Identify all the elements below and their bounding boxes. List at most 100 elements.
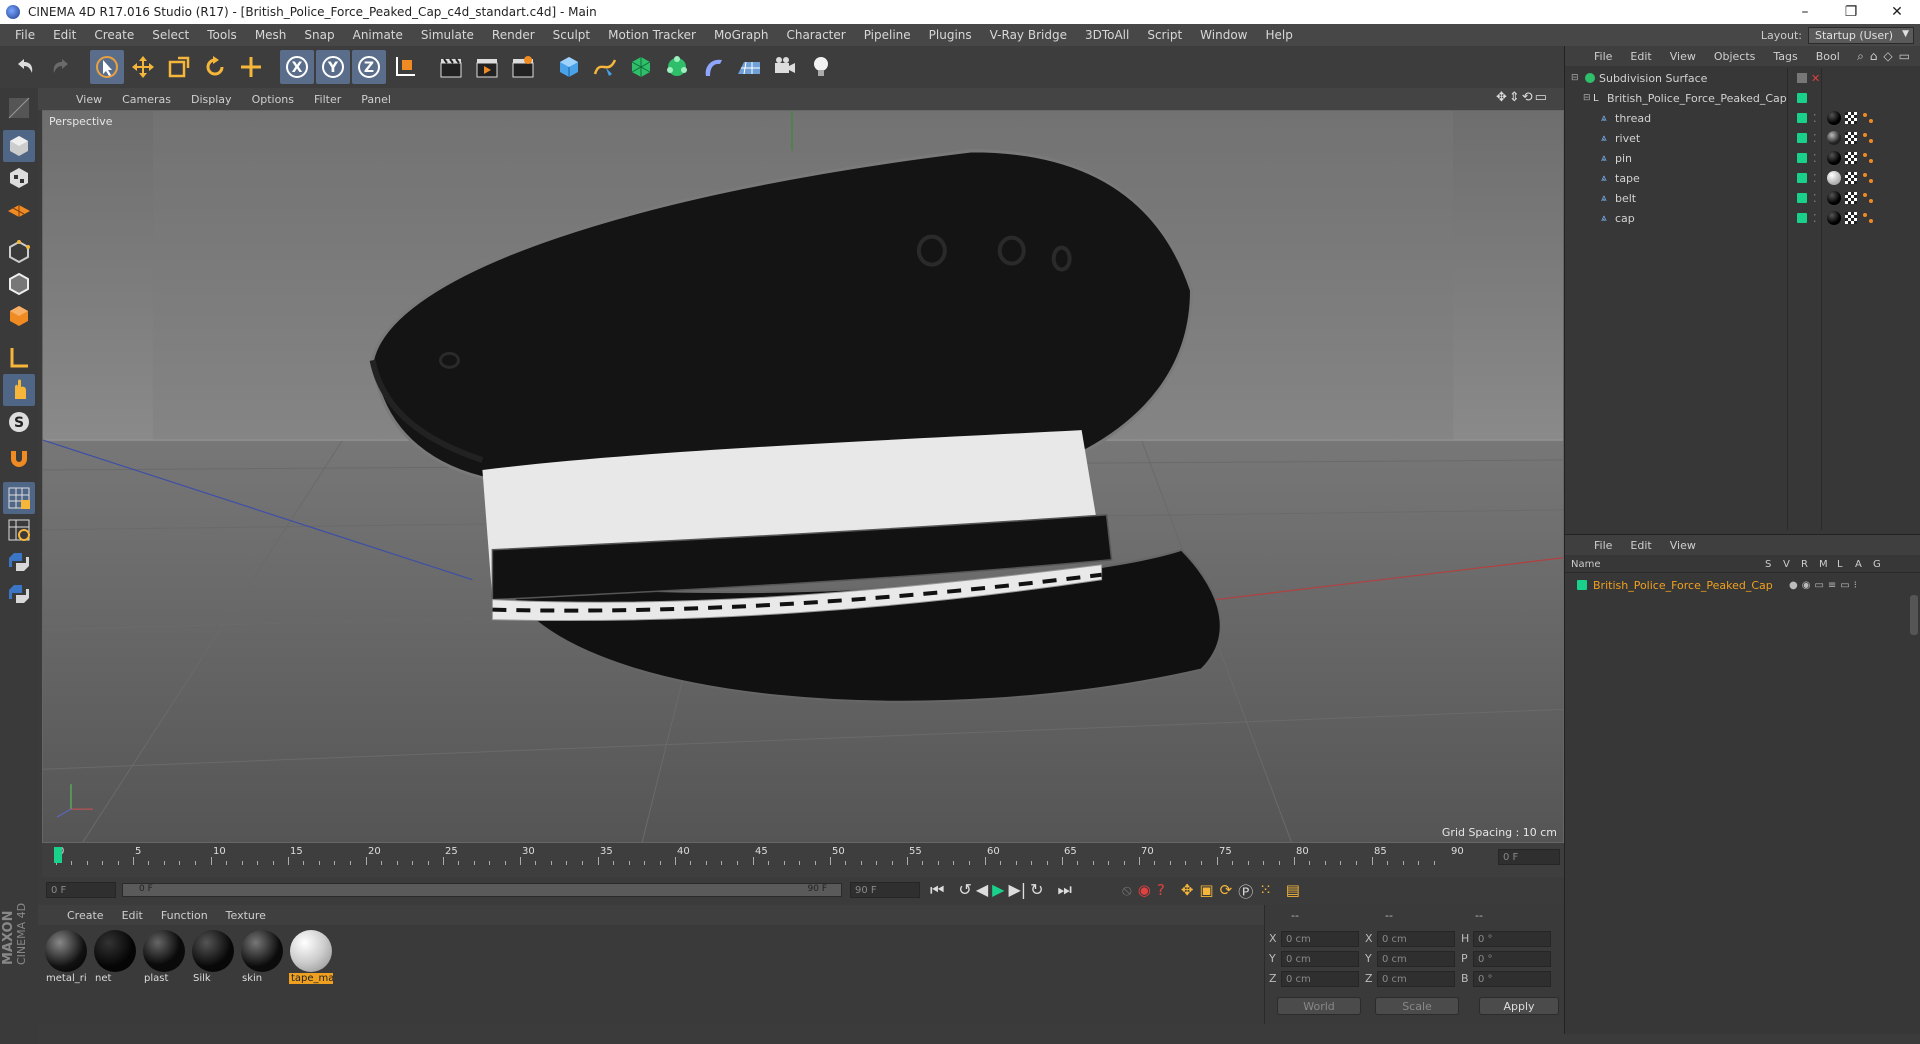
tweak-mode-button[interactable] (3, 374, 35, 406)
restore-button[interactable]: ❐ (1828, 0, 1874, 24)
selection-tag-icon[interactable] (1863, 133, 1873, 143)
uv-tag-icon[interactable] (1845, 132, 1857, 144)
material-swatch-metal-ri[interactable]: metal_ri (44, 929, 88, 991)
menu-snap[interactable]: Snap (295, 28, 343, 42)
object-menu-edit[interactable]: Edit (1621, 50, 1660, 63)
python-console-button[interactable] (3, 578, 35, 610)
layer-column-m[interactable]: M (1819, 559, 1828, 570)
disabled-x-icon[interactable]: ✕ (1811, 72, 1820, 85)
coord-field-a[interactable]: 0 cm (1281, 931, 1359, 947)
viewport-menu-filter[interactable]: Filter (304, 93, 351, 106)
layer-menu-view[interactable]: View (1661, 539, 1705, 552)
collapse-icon[interactable]: ⊟ (1571, 73, 1581, 83)
go-to-start-icon[interactable]: ⏮ (930, 880, 944, 900)
material-tag-icon[interactable] (1827, 111, 1841, 125)
object-row-pin[interactable]: ⩓ pin ⁚ (1601, 148, 1915, 168)
frame-range-slider[interactable]: 0 F 90 F (122, 883, 842, 897)
previous-keyframe-icon[interactable]: ↺ (958, 880, 971, 900)
mograph-cloner-button[interactable] (660, 50, 694, 84)
layer-menu-file[interactable]: File (1585, 539, 1621, 552)
playhead-marker[interactable] (54, 847, 62, 863)
material-menu-create[interactable]: Create (58, 909, 113, 922)
layer-color-chip[interactable] (1797, 113, 1807, 123)
material-swatch-tape-ma[interactable]: tape_ma (289, 929, 333, 991)
menu-render[interactable]: Render (483, 28, 544, 42)
uv-tag-icon[interactable] (1845, 172, 1857, 184)
visibility-dots-icon[interactable]: ⁚ (1813, 212, 1817, 225)
layer-column-a[interactable]: A (1855, 559, 1862, 570)
menu-character[interactable]: Character (777, 28, 854, 42)
selection-tag-icon[interactable] (1863, 193, 1873, 203)
step-back-icon[interactable]: ◀ (976, 880, 988, 900)
visibility-dots-icon[interactable]: ⁚ (1813, 112, 1817, 125)
material-tag-icon[interactable] (1827, 151, 1841, 165)
attributes-tab-handle[interactable] (1910, 595, 1918, 635)
grid-rotate-button[interactable] (3, 514, 35, 546)
coord-field-c[interactable]: 0 ° (1473, 931, 1551, 947)
menu-select[interactable]: Select (143, 28, 198, 42)
object-row-subdivision-surface[interactable]: ⊟ Subdivision Surface ✕ (1571, 68, 1915, 88)
workplane-mode-button[interactable] (3, 194, 35, 226)
material-menu-function[interactable]: Function (152, 909, 217, 922)
layer-toggle-icons[interactable]: ●◉▭≡▭⁝ (1789, 580, 1861, 591)
viewport-nav-icons[interactable]: ✥⇕⟲▭ (1496, 90, 1549, 105)
menu-sculpt[interactable]: Sculpt (544, 28, 599, 42)
go-to-end-icon[interactable]: ⏭ (1058, 880, 1072, 900)
menu-mesh[interactable]: Mesh (246, 28, 296, 42)
current-frame-field[interactable]: 0 F (1498, 849, 1560, 865)
viewport-menu-panel[interactable]: Panel (351, 93, 401, 106)
coord-field-a[interactable]: 0 cm (1281, 971, 1359, 987)
render-picture-viewer-button[interactable] (470, 50, 504, 84)
edges-mode-button[interactable] (3, 268, 35, 300)
rotate-tool-button[interactable] (198, 50, 232, 84)
texture-mode-button[interactable] (3, 162, 35, 194)
coord-field-b[interactable]: 0 cm (1377, 931, 1455, 947)
menu-simulate[interactable]: Simulate (412, 28, 483, 42)
start-frame-field[interactable]: 0 F (46, 882, 116, 898)
object-menu-objects[interactable]: Objects (1705, 50, 1765, 63)
coord-field-b[interactable]: 0 cm (1377, 971, 1455, 987)
key-scale-icon[interactable]: ▣ (1199, 881, 1213, 902)
layer-column-name[interactable]: Name (1571, 559, 1601, 570)
layer-color-chip[interactable] (1797, 193, 1807, 203)
coord-mode-world-dropdown[interactable]: World (1277, 997, 1361, 1015)
coord-mode-scale-dropdown[interactable]: Scale (1375, 997, 1459, 1015)
search-icon[interactable]: ⌕ (1857, 49, 1864, 64)
python-script-button[interactable] (3, 546, 35, 578)
spline-pen-button[interactable] (588, 50, 622, 84)
collapse-icon-group[interactable]: ⊟ (1583, 93, 1593, 103)
transform-tool-button[interactable] (234, 50, 268, 84)
key-param-icon[interactable]: Ⓟ (1238, 881, 1253, 902)
close-button[interactable]: ✕ (1874, 0, 1920, 24)
material-tag-icon[interactable] (1827, 211, 1841, 225)
object-menu-bool[interactable]: Bool (1807, 50, 1849, 63)
snap-button[interactable]: S (3, 406, 35, 438)
object-row-thread[interactable]: ⩓ thread ⁚ (1601, 108, 1915, 128)
layer-column-s[interactable]: S (1765, 559, 1771, 570)
object-row-rivet[interactable]: ⩓ rivet ⁚ (1601, 128, 1915, 148)
menu-file[interactable]: File (6, 28, 44, 42)
scale-tool-button[interactable] (162, 50, 196, 84)
key-rotation-icon[interactable]: ⟳ (1220, 881, 1233, 902)
coord-field-a[interactable]: 0 cm (1281, 951, 1359, 967)
uv-tag-icon[interactable] (1845, 192, 1857, 204)
visibility-dots-icon[interactable]: ⁚ (1813, 192, 1817, 205)
points-mode-button[interactable] (3, 236, 35, 268)
redo-button[interactable] (44, 50, 78, 84)
menu-mograph[interactable]: MoGraph (705, 28, 778, 42)
layer-row[interactable]: British_Police_Force_Peaked_Cap ●◉▭≡▭⁝ (1577, 575, 1917, 595)
coord-field-c[interactable]: 0 ° (1473, 971, 1551, 987)
camera-button[interactable] (768, 50, 802, 84)
apply-button[interactable]: Apply (1479, 997, 1559, 1015)
subdivision-surface-button[interactable] (624, 50, 658, 84)
menu-pipeline[interactable]: Pipeline (855, 28, 920, 42)
live-selection-button[interactable] (90, 50, 124, 84)
layer-column-v[interactable]: V (1783, 559, 1790, 570)
play-icon[interactable]: ▶ (992, 880, 1004, 900)
record-keys-icon[interactable]: ◉ (1138, 881, 1151, 902)
editor-visibility-toggle[interactable] (1797, 73, 1807, 83)
menu-animate[interactable]: Animate (344, 28, 412, 42)
object-menu-view[interactable]: View (1661, 50, 1705, 63)
layer-color-chip[interactable] (1797, 153, 1807, 163)
object-menu-file[interactable]: File (1585, 50, 1621, 63)
